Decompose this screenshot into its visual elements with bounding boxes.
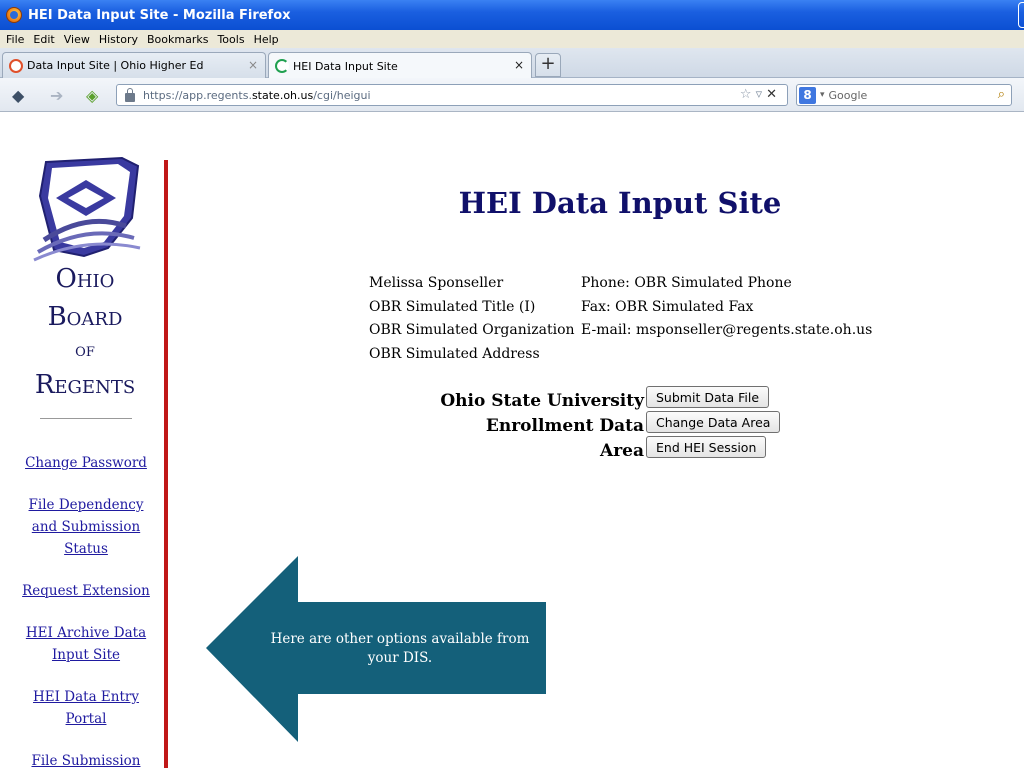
submit-data-file-button[interactable]: Submit Data File [646,386,770,408]
menu-file[interactable]: File [6,33,24,46]
org-line: Board [47,302,123,332]
contact-info: Melissa Sponseller Phone: OBR Simulated … [367,271,874,367]
menu-bookmarks[interactable]: Bookmarks [147,33,208,46]
lock-icon [125,87,135,102]
search-placeholder: Google [828,88,868,102]
institution-info: Ohio State University Enrollment Data Ar… [440,389,644,464]
url-bar[interactable]: https://app.regents. state.oh.us/cgi/heig… [116,84,788,106]
bookmark-star-icon[interactable]: ☆ [740,87,756,102]
tab-label: HEI Data Input Site [293,59,398,73]
org-name: Ohio Board of Regents [14,266,156,410]
firefox-logo-icon [6,7,22,23]
sidebar-link-file-submission[interactable]: File Submission [14,750,158,768]
contact-phone: Phone: OBR Simulated Phone [581,275,792,291]
search-bar[interactable]: 8 ▾ Google ⌕ [796,84,1012,106]
org-line: Ohio [55,264,115,294]
url-path: /cgi/heigui [313,88,371,102]
stop-icon[interactable]: ✕ [766,87,781,102]
menu-history[interactable]: History [99,33,138,46]
action-buttons: Submit Data File Change Data Area End HE… [646,386,781,461]
window-control-button[interactable] [1018,2,1024,28]
url-host: state.oh.us [251,88,314,102]
tab-data-input-site[interactable]: Data Input Site | Ohio Higher Ed × [2,52,266,78]
page-title: HEI Data Input Site [458,186,782,220]
sidebar-link-hei-archive[interactable]: HEI Archive Data Input Site [24,622,148,666]
home-icon[interactable]: ◈ [86,86,98,105]
engine-dropdown-icon[interactable]: ▾ [820,90,825,100]
tab-favicon-icon [9,58,23,73]
sidebar-red-divider [164,160,168,768]
contact-title: OBR Simulated Title (I) [369,298,536,315]
menu-edit[interactable]: Edit [33,33,54,46]
org-line: of [75,340,95,361]
new-tab-button[interactable]: + [535,53,561,77]
contact-address: OBR Simulated Address [369,345,540,362]
close-icon[interactable]: × [514,58,524,72]
data-area-name: Enrollment Data Area [485,416,644,461]
contact-name: Melissa Sponseller [369,275,504,291]
institution-name: Ohio State University [440,391,644,411]
sidebar-links: Change Password File Dependency and Subm… [14,452,158,768]
contact-fax: Fax: OBR Simulated Fax [581,298,754,315]
forward-arrow-icon[interactable]: ➔ [50,86,63,105]
tab-label: Data Input Site | Ohio Higher Ed [27,59,204,72]
menu-help[interactable]: Help [254,33,279,46]
contact-email: E-mail: msponseller@regents.state.oh.us [581,322,873,338]
loading-spinner-icon [275,59,289,73]
navigation-toolbar: ◆ ➔ ◈ https://app.regents. state.oh.us/cg… [0,78,1024,112]
menu-tools[interactable]: Tools [217,33,244,46]
ohio-state-logo-icon [33,156,141,262]
window-title: HEI Data Input Site - Mozilla Firefox [28,7,291,23]
end-hei-session-button[interactable]: End HEI Session [646,436,767,458]
change-data-area-button[interactable]: Change Data Area [646,411,781,433]
tab-hei-data-input-site[interactable]: HEI Data Input Site × [268,52,532,79]
window-titlebar: HEI Data Input Site - Mozilla Firefox [0,0,1024,30]
sidebar-link-change-password[interactable]: Change Password [14,452,158,474]
menu-bar: File Edit View History Bookmarks Tools H… [0,30,1024,48]
contact-organization: OBR Simulated Organization [369,322,575,338]
tab-bar: Data Input Site | Ohio Higher Ed × HEI D… [0,48,1024,79]
callout-text: Here are other options available from yo… [270,631,530,666]
url-actions: ☆▿✕ [740,87,781,102]
search-icon[interactable]: ⌕ [998,87,1005,102]
org-line: Regents [34,370,136,400]
sidebar-link-request-extension[interactable]: Request Extension [14,580,158,602]
sidebar: Ohio Board of Regents Change Password Fi… [0,112,164,768]
url-prefix: https://app.regents. [143,88,252,102]
google-engine-icon[interactable]: 8 [799,86,816,104]
menu-view[interactable]: View [64,33,90,46]
sidebar-divider [40,418,132,419]
sidebar-link-file-dependency[interactable]: File Dependency and Submission Status [27,494,145,560]
dropdown-arrow-icon[interactable]: ▿ [756,87,767,102]
close-icon[interactable]: × [248,58,258,72]
sidebar-link-hei-data-entry-portal[interactable]: HEI Data Entry Portal [31,686,141,730]
back-arrow-icon[interactable]: ◆ [12,86,24,105]
